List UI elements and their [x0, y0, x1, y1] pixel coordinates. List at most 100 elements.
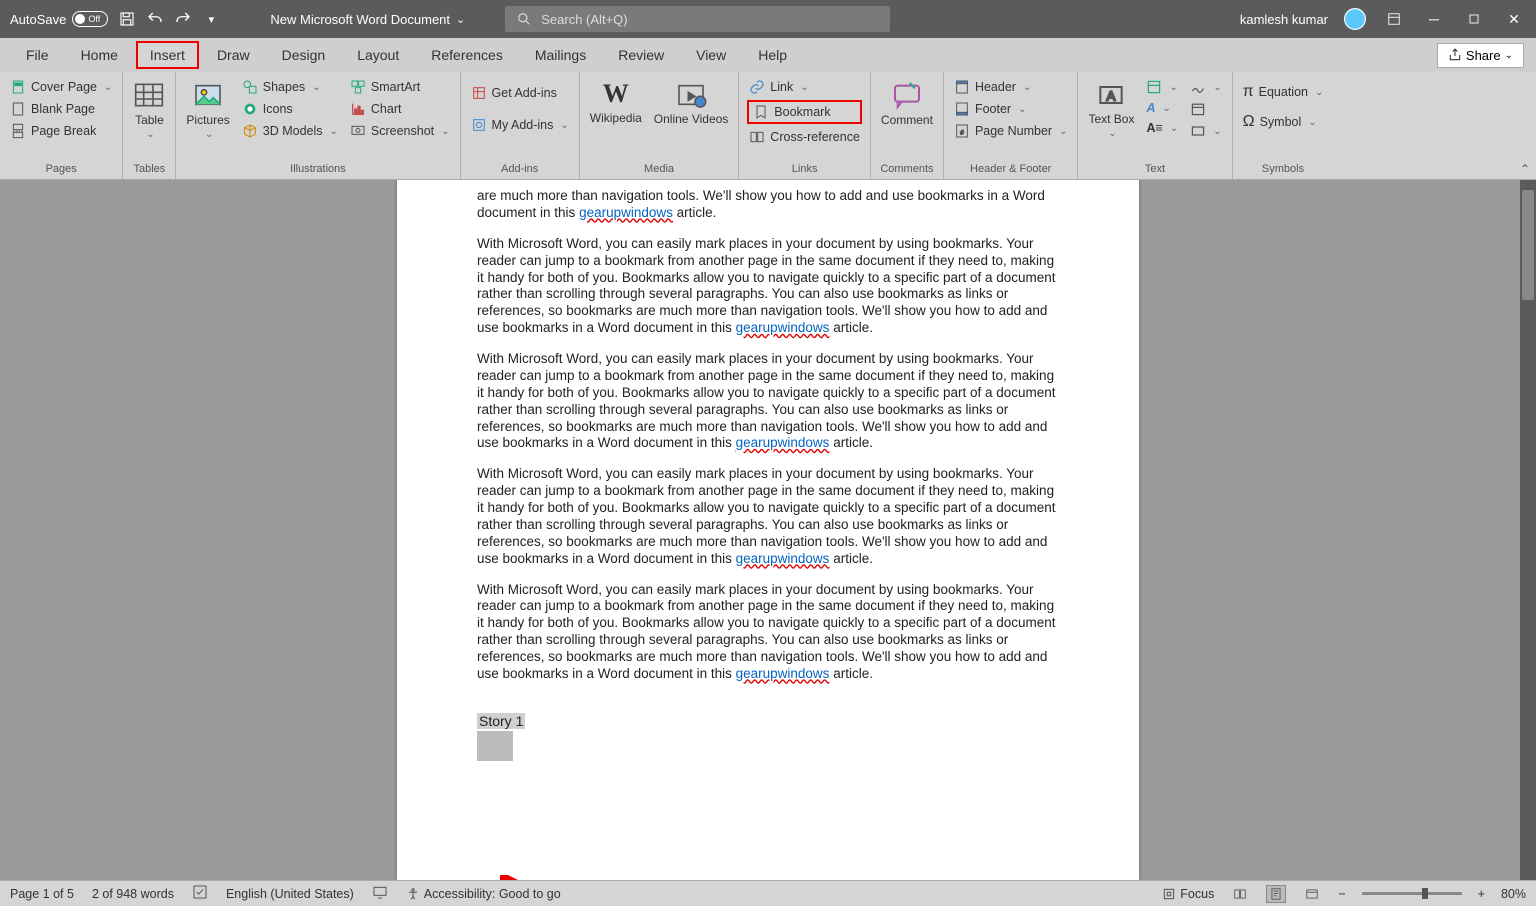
paragraph[interactable]: are much more than navigation tools. We'…	[477, 188, 1059, 222]
tab-draw[interactable]: Draw	[203, 41, 264, 69]
group-label-media: Media	[580, 161, 739, 179]
document-title[interactable]: New Microsoft Word Document ⌄	[270, 12, 465, 27]
group-label-links: Links	[739, 161, 870, 179]
status-language[interactable]: English (United States)	[226, 887, 354, 901]
group-label-hf: Header & Footer	[944, 161, 1078, 179]
status-accessibility[interactable]: Accessibility: Good to go	[406, 887, 561, 901]
smartart-button[interactable]: SmartArt	[348, 78, 452, 96]
get-addins-button[interactable]: Get Add-ins	[469, 84, 571, 102]
object-button[interactable]	[1188, 122, 1223, 140]
header-button[interactable]: Header	[952, 78, 1070, 96]
search-input[interactable]: Search (Alt+Q)	[505, 6, 890, 32]
zoom-in-button[interactable]: +	[1478, 887, 1485, 901]
equation-button[interactable]: πEquation	[1241, 82, 1326, 102]
icons-button[interactable]: Icons	[240, 100, 340, 118]
tab-references[interactable]: References	[417, 41, 517, 69]
svg-text:A: A	[1107, 88, 1116, 103]
chart-button[interactable]: Chart	[348, 100, 452, 118]
comment-button[interactable]: Comment	[879, 78, 935, 128]
zoom-out-button[interactable]: −	[1338, 887, 1345, 901]
shapes-button[interactable]: Shapes	[240, 78, 340, 96]
vertical-scrollbar[interactable]	[1520, 180, 1536, 880]
close-icon[interactable]: ✕	[1502, 7, 1526, 31]
wikipedia-button[interactable]: W Wikipedia	[588, 78, 644, 126]
textbox-button[interactable]: A Text Box	[1086, 78, 1136, 140]
group-links: Link Bookmark Cross-reference Links	[739, 72, 871, 179]
pictures-button[interactable]: Pictures	[184, 78, 231, 141]
redo-icon[interactable]	[174, 10, 192, 28]
username-label[interactable]: kamlesh kumar	[1240, 12, 1328, 27]
paragraph[interactable]: With Microsoft Word, you can easily mark…	[477, 351, 1059, 452]
group-label-text: Text	[1078, 161, 1231, 179]
link-button[interactable]: Link	[747, 78, 862, 96]
3d-models-button[interactable]: 3D Models	[240, 122, 340, 140]
hyperlink[interactable]: gearupwindows	[736, 435, 830, 450]
display-settings-icon[interactable]	[372, 884, 388, 903]
document-area[interactable]: are much more than navigation tools. We'…	[0, 180, 1536, 880]
minimize-icon[interactable]: ─	[1422, 7, 1446, 31]
save-icon[interactable]	[118, 10, 136, 28]
tab-home[interactable]: Home	[67, 41, 132, 69]
undo-icon[interactable]	[146, 10, 164, 28]
read-mode-icon[interactable]	[1230, 885, 1250, 903]
status-page[interactable]: Page 1 of 5	[10, 887, 74, 901]
bookmark-button[interactable]: Bookmark	[747, 100, 862, 124]
zoom-slider[interactable]	[1362, 892, 1462, 895]
maximize-icon[interactable]	[1462, 7, 1486, 31]
print-layout-icon[interactable]	[1266, 885, 1286, 903]
group-header-footer: Header Footer #Page Number Header & Foot…	[944, 72, 1079, 179]
tab-design[interactable]: Design	[268, 41, 340, 69]
spellcheck-icon[interactable]	[192, 884, 208, 903]
collapse-ribbon-icon[interactable]: ⌃	[1520, 162, 1530, 176]
tab-layout[interactable]: Layout	[343, 41, 413, 69]
dropcap-button[interactable]: A≡	[1144, 120, 1180, 136]
date-time-button[interactable]	[1188, 100, 1223, 118]
page-break-button[interactable]: Page Break	[8, 122, 114, 140]
tab-insert[interactable]: Insert	[136, 41, 199, 69]
page[interactable]: are much more than navigation tools. We'…	[397, 180, 1139, 880]
signature-line-button[interactable]	[1188, 78, 1223, 96]
svg-text:#: #	[960, 129, 964, 136]
hyperlink[interactable]: gearupwindows	[736, 551, 830, 566]
paragraph[interactable]: With Microsoft Word, you can easily mark…	[477, 582, 1059, 683]
tab-view[interactable]: View	[682, 41, 740, 69]
paragraph[interactable]: With Microsoft Word, you can easily mark…	[477, 466, 1059, 567]
my-addins-button[interactable]: My Add-ins	[469, 116, 571, 134]
zoom-level[interactable]: 80%	[1501, 887, 1526, 901]
ribbon-display-icon[interactable]	[1382, 7, 1406, 31]
tab-file[interactable]: File	[12, 41, 63, 69]
story-heading[interactable]: Story 1	[477, 713, 525, 761]
autosave-label: AutoSave	[10, 12, 66, 27]
hyperlink[interactable]: gearupwindows	[579, 205, 673, 220]
footer-button[interactable]: Footer	[952, 100, 1070, 118]
paragraph[interactable]: With Microsoft Word, you can easily mark…	[477, 236, 1059, 337]
hyperlink[interactable]: gearupwindows	[736, 320, 830, 335]
screenshot-button[interactable]: Screenshot	[348, 122, 452, 140]
share-icon	[1448, 48, 1462, 62]
selection-box[interactable]	[477, 731, 513, 761]
blank-page-button[interactable]: Blank Page	[8, 100, 114, 118]
status-words[interactable]: 2 of 948 words	[92, 887, 174, 901]
cover-page-button[interactable]: Cover Page	[8, 78, 114, 96]
qat-customize-icon[interactable]: ▾	[202, 10, 220, 28]
wordart-button[interactable]: A	[1144, 100, 1180, 116]
tab-mailings[interactable]: Mailings	[521, 41, 600, 69]
scrollbar-thumb[interactable]	[1522, 190, 1534, 300]
ribbon-tabs: File Home Insert Draw Design Layout Refe…	[0, 38, 1536, 72]
user-avatar[interactable]	[1344, 8, 1366, 30]
cross-reference-button[interactable]: Cross-reference	[747, 128, 862, 146]
web-layout-icon[interactable]	[1302, 885, 1322, 903]
group-tables: Table Tables	[123, 72, 176, 179]
share-button[interactable]: Share ⌄	[1437, 43, 1524, 68]
quick-parts-button[interactable]	[1144, 78, 1180, 96]
table-button[interactable]: Table	[131, 78, 167, 141]
online-videos-button[interactable]: Online Videos	[652, 78, 731, 127]
tab-help[interactable]: Help	[744, 41, 801, 69]
symbol-button[interactable]: ΩSymbol	[1241, 112, 1326, 132]
group-label-illustrations: Illustrations	[176, 161, 459, 179]
tab-review[interactable]: Review	[604, 41, 678, 69]
page-number-button[interactable]: #Page Number	[952, 122, 1070, 140]
autosave-toggle[interactable]: AutoSave Off	[10, 11, 108, 27]
hyperlink[interactable]: gearupwindows	[736, 666, 830, 681]
focus-mode-button[interactable]: Focus	[1162, 887, 1214, 901]
